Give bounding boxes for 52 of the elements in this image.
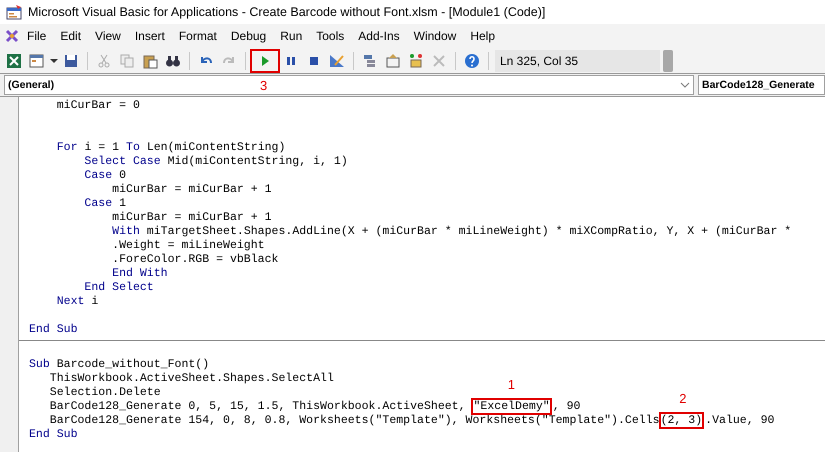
tools-icon <box>431 52 447 68</box>
code-line: For i = 1 To Len(miContentString) <box>56 141 286 155</box>
menu-item[interactable]: Tools <box>309 26 352 46</box>
code-line: End Select <box>83 281 154 295</box>
help-icon <box>464 52 480 68</box>
menu-item[interactable]: View <box>88 26 128 46</box>
properties-icon <box>385 52 401 68</box>
menu-item[interactable]: Edit <box>53 26 88 46</box>
window-title: Microsoft Visual Basic for Applications - Create Barcode without Font.xlsm - [Module1 (Code)] <box>28 5 546 19</box>
menu-item[interactable]: Debug <box>224 26 274 46</box>
code-line: End Sub <box>29 323 78 337</box>
code-line: ThisWorkbook.ActiveSheet.Shapes.SelectAll <box>48 372 334 386</box>
toolbar-grip[interactable] <box>663 50 673 72</box>
code-line: Sub Barcode_without_Font() <box>29 358 210 372</box>
code-line: End Sub <box>29 428 78 442</box>
clipboard-icon <box>142 52 158 68</box>
code-line: Selection.Delete <box>48 386 161 400</box>
code-line: End With <box>111 267 168 281</box>
cursor-position: Ln 325, Col 35 <box>495 50 660 72</box>
code-line: Case 1 <box>83 197 126 211</box>
code-line: .Weight = miLineWeight <box>111 239 265 253</box>
project-tree-icon <box>362 52 378 68</box>
menu-item[interactable]: Run <box>273 26 310 46</box>
copy-icon <box>119 52 135 68</box>
menu-item[interactable]: Window <box>406 26 464 46</box>
form-icon <box>29 52 45 68</box>
procedure-dropdown[interactable]: BarCode128_Generate <box>698 75 825 95</box>
menu-item[interactable]: Help <box>463 26 502 46</box>
menu-item[interactable]: Format <box>172 26 224 46</box>
callout-number: 1 <box>508 378 516 391</box>
object-browser-icon <box>408 52 424 68</box>
app-icon <box>6 4 22 20</box>
excel-icon <box>6 52 22 68</box>
code-line: With miTargetSheet.Shapes.AddLine(X + (miCurBar * miLineWeight) * miXCompRatio, Y, X + (miCurBar * <box>111 225 792 239</box>
callout-number: 2 <box>679 392 687 405</box>
save-icon <box>63 52 79 68</box>
ruler-pencil-icon <box>329 52 345 68</box>
callout-number: 3 <box>260 78 268 92</box>
menu-item[interactable]: Add-Ins <box>351 26 407 46</box>
menu-item[interactable]: Insert <box>128 26 172 46</box>
vba-logo-icon <box>4 28 20 44</box>
scissors-icon <box>96 52 112 68</box>
caret-icon[interactable] <box>50 58 58 62</box>
code-line: .ForeColor.RGB = vbBlack <box>111 253 278 267</box>
code-line: Next i <box>56 295 98 309</box>
chevron-down-icon <box>680 82 690 88</box>
code-line: miCurBar = 0 <box>56 99 140 113</box>
code-line: miCurBar = miCurBar + 1 <box>111 183 272 197</box>
code-line: miCurBar = miCurBar + 1 <box>111 211 272 225</box>
code-line: Select Case Mid(miContentString, i, 1) <box>83 155 348 169</box>
menu-item[interactable]: File <box>20 26 54 46</box>
code-line: Case 0 <box>83 169 126 183</box>
